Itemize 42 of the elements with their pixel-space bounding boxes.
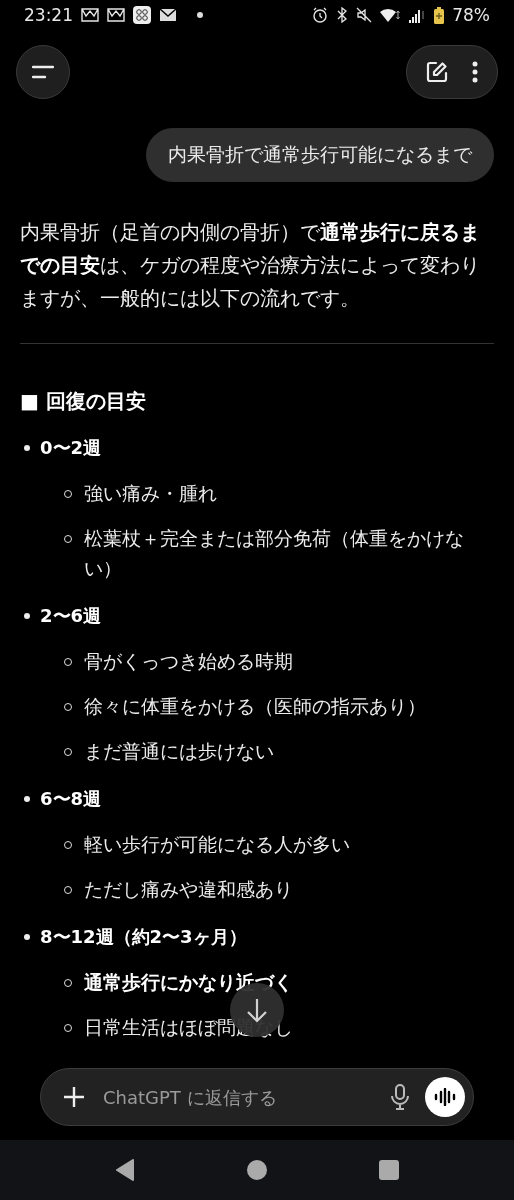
list-item: 強い痛み・腫れ xyxy=(84,481,217,506)
list-heading: 8〜12週（約2〜3ヶ月） xyxy=(40,925,247,949)
envelope-icon xyxy=(107,8,125,22)
list-item: 日常生活はほぼ問題なし xyxy=(84,1015,293,1040)
voice-mode-button[interactable] xyxy=(425,1077,465,1117)
recents-icon[interactable] xyxy=(378,1160,399,1180)
home-icon[interactable] xyxy=(246,1159,268,1181)
list-item: 骨がくっつき始める時期 xyxy=(84,649,293,674)
signal-icon xyxy=(408,7,427,23)
list-item: まだ普通には歩けない xyxy=(84,739,274,764)
wifi-icon xyxy=(380,7,401,23)
alarm-clock-icon xyxy=(312,7,329,23)
back-icon[interactable] xyxy=(115,1159,136,1181)
list-heading: 0〜2週 xyxy=(40,436,102,460)
list-item: 通常歩行にかなり近づく xyxy=(84,970,293,995)
battery-percentage: 78% xyxy=(452,5,490,25)
clock-time: 23:21 xyxy=(24,5,73,25)
bullet-icon xyxy=(24,613,30,619)
list-heading: 6〜8週 xyxy=(40,787,102,811)
message-input[interactable]: ChatGPT に返信する xyxy=(101,1085,375,1109)
notification-dot-icon xyxy=(197,12,203,18)
user-message-bubble: 内果骨折で通常歩行可能になるまで xyxy=(146,128,494,182)
bullet-icon xyxy=(24,796,30,802)
bluetooth-icon xyxy=(336,7,349,23)
menu-button[interactable] xyxy=(16,45,70,99)
envelope-icon xyxy=(159,8,177,22)
menu-icon xyxy=(32,65,54,79)
message-composer[interactable]: ChatGPT に返信する xyxy=(40,1068,474,1126)
sound-wave-icon xyxy=(434,1088,456,1106)
grid-app-icon xyxy=(133,6,151,24)
list-item: 松葉杖＋完全または部分免荷（体重をかけない） xyxy=(84,526,465,581)
bullet-icon xyxy=(24,445,30,451)
bullet-icon xyxy=(24,934,30,940)
list-heading: 2〜6週 xyxy=(40,604,102,628)
section-heading: ■ 回復の目安 xyxy=(20,388,147,415)
list-item: 軽い歩行が可能になる人が多い xyxy=(84,832,350,857)
muted-speaker-icon xyxy=(356,7,373,23)
list-item: ただし痛みや違和感あり xyxy=(84,877,293,902)
envelope-icon xyxy=(81,8,99,22)
reply-paragraph: 内果骨折（足首の内側の骨折）で通常歩行に戻るまでの目安は、ケガの程度や治療方法によって変わりますが、一般的には以下の流れです。 xyxy=(20,220,481,312)
list-item: 徐々に体重をかける（医師の指示あり） xyxy=(84,694,426,719)
battery-icon xyxy=(434,6,445,24)
